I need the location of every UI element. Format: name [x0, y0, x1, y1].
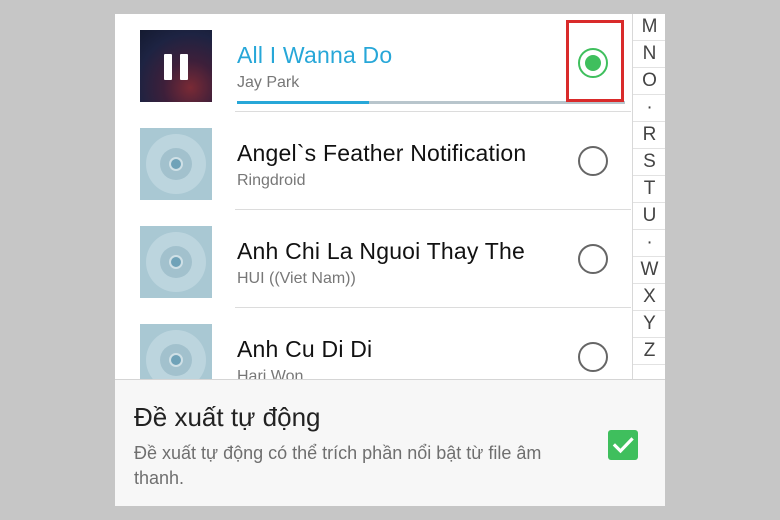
radio-button[interactable] [578, 244, 608, 274]
song-list: All I Wanna Do Jay Park Angel`s Feather … [115, 14, 631, 379]
auto-suggest-description: Đề xuất tự động có thể trích phần nổi bậ… [134, 443, 542, 488]
index-letter[interactable]: M [633, 14, 665, 41]
index-letter[interactable]: Y [633, 311, 665, 338]
disc-icon [140, 128, 212, 200]
song-artist: Ringdroid [237, 172, 306, 189]
alphabet-index-bar[interactable]: M N O · R S T U · W X Y Z [632, 14, 665, 379]
index-letter[interactable]: T [633, 176, 665, 203]
song-row-2[interactable]: Angel`s Feather Notification Ringdroid [115, 112, 631, 210]
album-art-icon[interactable] [140, 30, 212, 102]
checkmark-icon [612, 437, 634, 454]
radio-button[interactable] [578, 146, 608, 176]
song-artist: Jay Park [237, 74, 300, 91]
song-row-3[interactable]: Anh Chi La Nguoi Thay The HUI ((Viet Nam… [115, 210, 631, 308]
playback-progress-fill [237, 101, 369, 104]
index-letter[interactable]: Z [633, 338, 665, 365]
auto-suggest-checkbox[interactable] [608, 430, 638, 460]
index-letter[interactable]: X [633, 284, 665, 311]
auto-suggest-title: Đề xuất tự động [134, 402, 321, 432]
index-letter[interactable]: S [633, 149, 665, 176]
pause-icon[interactable] [164, 54, 190, 80]
selection-highlight-box [566, 20, 624, 102]
song-row-1[interactable]: All I Wanna Do Jay Park [115, 14, 631, 112]
song-row-4[interactable]: Anh Cu Di Di Hari Won [115, 308, 631, 379]
disc-icon [140, 226, 212, 298]
row-divider [235, 111, 631, 112]
auto-suggest-setting[interactable]: Đề xuất tự động Đề xuất tự động có thể t… [115, 379, 665, 506]
ringtone-picker-screen: All I Wanna Do Jay Park Angel`s Feather … [115, 14, 665, 506]
index-letter[interactable]: · [633, 95, 665, 122]
song-title: Anh Cu Di Di [237, 336, 373, 362]
disc-icon [140, 324, 212, 379]
song-title: All I Wanna Do [237, 42, 393, 68]
index-letter[interactable]: W [633, 257, 665, 284]
song-artist: HUI ((Viet Nam)) [237, 270, 356, 287]
index-letter[interactable]: U [633, 203, 665, 230]
song-artist: Hari Won [237, 368, 304, 379]
song-title: Anh Chi La Nguoi Thay The [237, 238, 525, 264]
radio-button[interactable] [578, 342, 608, 372]
index-letter[interactable]: · [633, 230, 665, 257]
index-letter[interactable]: R [633, 122, 665, 149]
song-title: Angel`s Feather Notification [237, 140, 527, 166]
index-letter[interactable]: O [633, 68, 665, 95]
index-letter[interactable]: N [633, 41, 665, 68]
